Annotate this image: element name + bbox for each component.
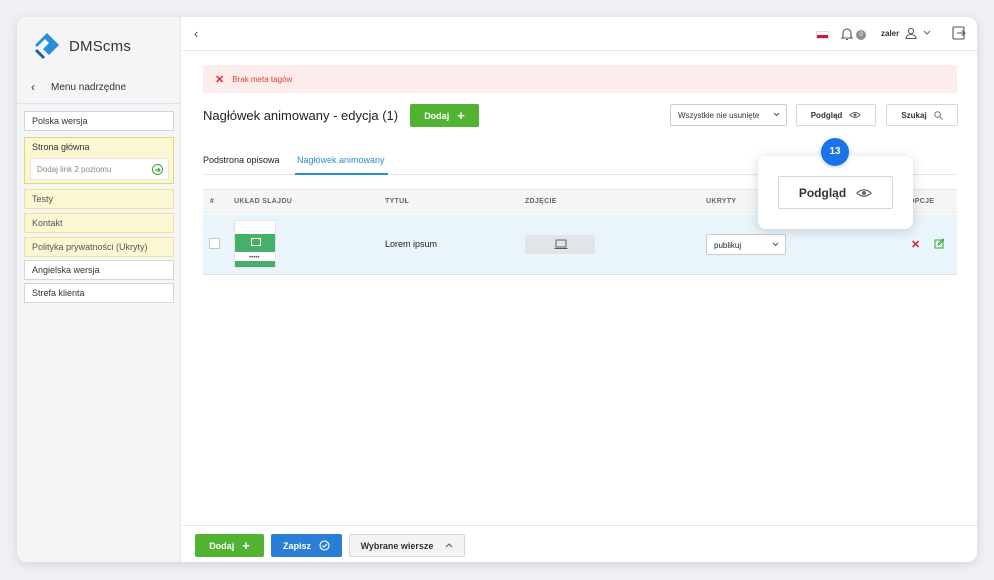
sidebar-item-label: Strefa klienta — [32, 288, 85, 298]
sidebar-item-label: Strona główna — [32, 142, 90, 152]
sidebar-item-angielska-wersja[interactable]: Angielska wersja — [24, 260, 174, 280]
search-button-label: Szukaj — [901, 110, 927, 120]
logo[interactable]: DMScms — [33, 31, 131, 61]
step-number-badge: 13 — [821, 138, 849, 166]
column-header: ZDJĘCIE — [525, 198, 557, 205]
add-button[interactable]: Dodaj + — [410, 104, 479, 127]
sidebar-item-label: Angielska wersja — [32, 265, 100, 275]
arrow-right-circle-icon[interactable] — [152, 164, 163, 175]
meta-tags-alert: ✕ Brak meta tagów — [203, 65, 957, 93]
eye-icon — [849, 112, 861, 118]
check-circle-icon — [319, 540, 330, 551]
sidebar-item-kontakt[interactable]: Kontakt — [24, 213, 174, 233]
logo-mark-icon — [35, 33, 59, 59]
sidebar-item-label: Testy — [32, 194, 54, 204]
user-icon[interactable] — [905, 27, 917, 39]
sidebar-item-polska-wersja[interactable]: Polska wersja — [24, 111, 174, 131]
preview-callout: Podgląd — [758, 156, 913, 229]
chevron-up-icon — [446, 543, 453, 548]
bottom-add-label: Dodaj — [209, 540, 235, 551]
tab-podstrona-opisowa[interactable]: Podstrona opisowa — [203, 155, 280, 165]
menu-parent-back[interactable]: ‹ Menu nadrzędne — [31, 80, 126, 94]
add-level2-link-input[interactable]: Dodaj link 2 poziomu — [30, 158, 169, 180]
bottom-action-bar: Dodaj + Zapisz Wybrane wiersze — [182, 525, 977, 562]
chevron-down-icon[interactable] — [923, 30, 931, 36]
chevron-down-icon — [773, 112, 780, 117]
callout-preview-label: Podgląd — [798, 185, 847, 200]
sidebar-item-strefa-klienta[interactable]: Strefa klienta — [24, 283, 174, 303]
sidebar-item-testy[interactable]: Testy — [24, 189, 174, 209]
chevron-down-icon — [772, 242, 779, 247]
search-button[interactable]: Szukaj — [886, 104, 958, 126]
laptop-icon — [554, 239, 568, 249]
sidebar-item-polityka[interactable]: Polityka prywatności (Ukryty) — [24, 237, 174, 257]
row-checkbox[interactable] — [209, 238, 220, 249]
sidebar-item-strona-glowna[interactable]: Strona główna Dodaj link 2 poziomu — [24, 137, 174, 184]
row-hidden-value: publikuj — [714, 241, 742, 250]
column-header: UKŁAD SLAJDU — [234, 198, 293, 205]
filter-select-value: Wszystkie nie usunięte — [678, 111, 760, 120]
column-header: # — [210, 198, 215, 205]
bottom-add-button[interactable]: Dodaj + — [195, 534, 264, 557]
eye-icon — [856, 188, 873, 197]
language-flag-icon[interactable] — [816, 31, 829, 39]
selected-rows-button[interactable]: Wybrane wiersze — [349, 534, 465, 557]
add-button-label: Dodaj — [424, 110, 450, 121]
alert-message: Brak meta tagów — [232, 74, 293, 84]
bell-icon[interactable] — [840, 26, 854, 41]
sidebar-item-label: Kontakt — [32, 218, 63, 228]
row-title: Lorem ipsum — [385, 239, 438, 249]
page-title: Nagłówek animowany - edycja (1) — [203, 108, 399, 123]
error-x-icon: ✕ — [215, 73, 225, 86]
row-hidden-select[interactable]: publikuj — [706, 234, 786, 255]
callout-preview-button[interactable]: Podgląd — [778, 176, 893, 209]
sidebar-item-label: Polska wersja — [32, 116, 88, 126]
top-bar: ‹ 0 zaler — [182, 17, 977, 51]
preview-button-label: Podgląd — [810, 110, 843, 120]
app-window: DMScms ‹ Menu nadrzędne Polska wersja St… — [17, 17, 977, 562]
edit-icon[interactable] — [934, 238, 945, 249]
tab-naglowek-animowany[interactable]: Nagłówek animowany — [297, 155, 385, 165]
filter-select[interactable]: Wszystkie nie usunięte — [670, 104, 787, 126]
column-header: TYTUŁ — [385, 198, 410, 205]
active-tab-indicator — [295, 173, 388, 175]
plus-icon: + — [457, 108, 465, 123]
plus-icon: + — [242, 538, 250, 553]
back-chevron-icon[interactable]: ‹ — [194, 26, 198, 41]
notification-count-badge: 0 — [856, 30, 866, 40]
column-header: UKRYTY — [706, 198, 737, 205]
preview-button[interactable]: Podgląd — [796, 104, 876, 126]
username[interactable]: zaler — [881, 29, 899, 38]
sidebar-item-label: Polityka prywatności (Ukryty) — [32, 242, 148, 252]
delete-icon[interactable]: ✕ — [911, 238, 920, 251]
logout-icon[interactable] — [952, 26, 966, 40]
search-icon — [933, 110, 943, 120]
slide-layout-thumbnail[interactable]: ••••• — [234, 220, 276, 268]
row-image-placeholder[interactable] — [525, 235, 595, 254]
app-name: DMScms — [69, 37, 132, 55]
add-level2-link-placeholder: Dodaj link 2 poziomu — [37, 165, 112, 174]
save-button-label: Zapisz — [282, 540, 311, 551]
slide-thumb-base — [235, 261, 275, 267]
sidebar: DMScms ‹ Menu nadrzędne Polska wersja St… — [17, 17, 181, 562]
slide-thumb-band — [235, 234, 275, 252]
sidebar-divider — [17, 103, 181, 104]
save-button[interactable]: Zapisz — [271, 534, 342, 557]
chevron-left-icon: ‹ — [31, 80, 35, 94]
selected-rows-label: Wybrane wiersze — [360, 540, 434, 551]
menu-parent-label: Menu nadrzędne — [51, 81, 127, 93]
